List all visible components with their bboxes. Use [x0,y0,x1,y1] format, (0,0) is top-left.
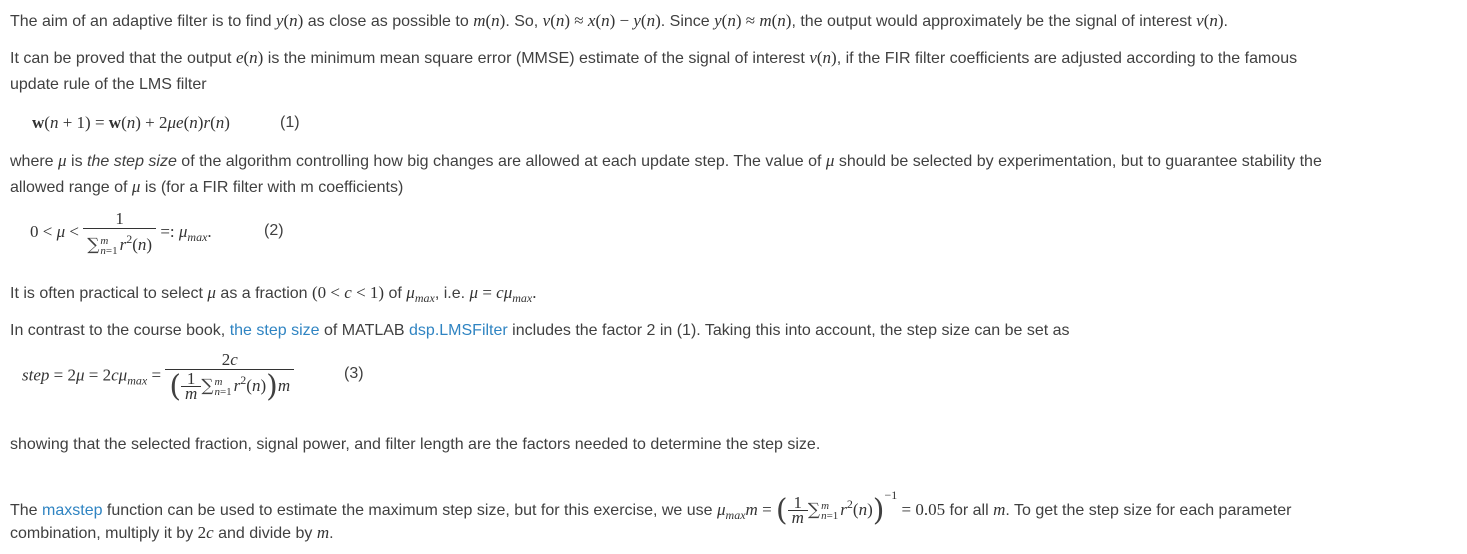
link-the-step-size[interactable]: the step size [230,322,320,339]
paragraph-fraction-select: It is often practical to select μ as a f… [10,283,537,305]
equation-mu-range: 0 < μ < 1 ∑ m n=1 r2(n) =: μmax. [30,209,212,257]
math-mu: μ [207,283,216,302]
math-mn: m [473,11,486,30]
paragraph-mmse-estimate: It can be proved that the output e(n) is… [10,48,1298,67]
paragraph-step-size-cont: allowed range of μ is (for a FIR filter … [10,177,404,196]
paragraph-mmse-estimate-cont: update rule of the LMS filter [10,76,207,93]
math-vn: v [1196,11,1204,30]
math-yn-approx-mn: y [714,11,722,30]
paragraph-factors: showing that the selected fraction, sign… [10,436,821,453]
fraction-step: 2c(1 m ∑ m n=1 r2(n))m [165,351,295,402]
paragraph-matlab-note: In contrast to the course book, the step… [10,322,1070,339]
paragraph-step-size: where μ is the step size of the algorith… [10,151,1322,170]
equation-number-1: (1) [280,114,300,131]
equation-lms-update: w(n + 1) = w(n) + 2μe(n)r(n) [32,113,230,132]
link-maxstep[interactable]: maxstep [42,502,102,519]
link-dsp-lmsfilter[interactable]: dsp.LMSFilter [409,322,508,339]
fraction-mu-max: 1 ∑ m n=1 r2(n) [83,210,157,256]
paragraph-adaptive-filter-aim: The aim of an adaptive filter is to find… [10,11,1228,30]
equation-step-value: step = 2μ = 2cμmax = 2c(1 m ∑ m n=1 r2(n))m [22,351,295,402]
math-mu: μ [58,151,67,170]
equation-number-3: (3) [344,365,364,382]
emphasis-step-size: the step size [87,153,177,170]
paragraph-maxstep-cont: combination, multiply it by 2c and divid… [10,523,334,542]
equation-number-2: (2) [264,222,284,239]
math-vn: v [809,48,817,67]
